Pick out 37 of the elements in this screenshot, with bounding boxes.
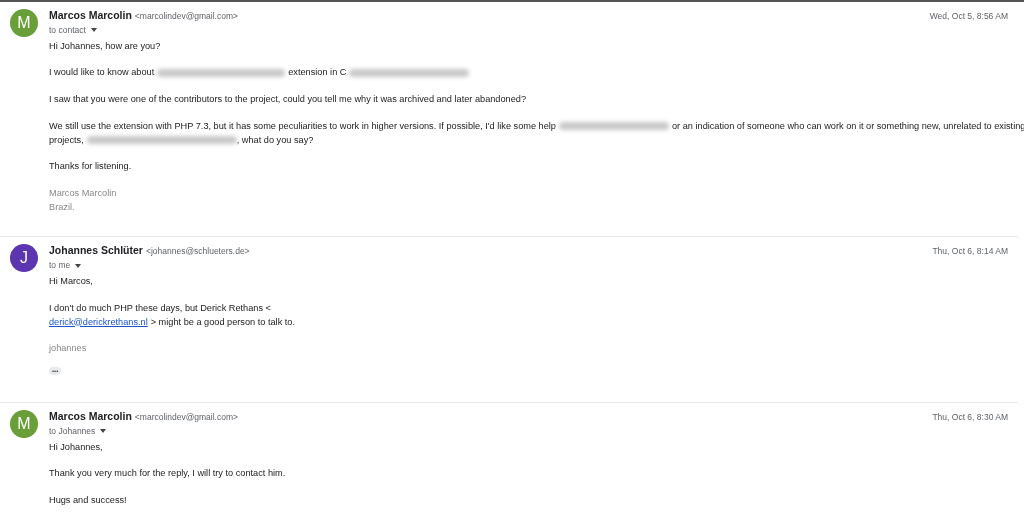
body-text: I don't do much PHP these days, but Derick Rethans <: [49, 302, 271, 313]
recipient-label: to me: [49, 259, 71, 273]
message-date: Thu, Oct 6, 8:30 AM: [932, 410, 1008, 423]
body-text: or an indication of someone who can work on it or something new, unrelated to existing: [672, 120, 1024, 131]
signature-line: johannes: [49, 343, 87, 354]
email-link[interactable]: derick@derickrethans.nl: [49, 316, 148, 327]
sender-name: Marcos Marcolin: [49, 9, 132, 21]
signature-line: Brazil.: [49, 201, 75, 212]
body-text: Hi Johannes,: [49, 441, 103, 452]
body-text: I would like to know about: [49, 67, 155, 78]
sender-name: Marcos Marcolin: [49, 409, 132, 422]
sender-email: <johannes@schlueters.de>: [145, 245, 250, 258]
sender-email: <marcolindev@gmail.com>: [134, 410, 238, 423]
body-text: I saw that you were one of the contributors to the project, could you tell me why it was archived and later abandoned?: [49, 94, 526, 105]
caret-icon[interactable]: [100, 429, 107, 434]
body-text: Hi Marcos,: [49, 276, 93, 287]
body-text: > might be a good person to talk to.: [150, 316, 295, 327]
avatar-letter: M: [17, 413, 31, 434]
body-text: projects,: [49, 134, 84, 145]
avatar-letter: M: [17, 13, 31, 33]
body-text: Thank you very much for the reply, I will try to contact him.: [49, 468, 286, 479]
signature-line: Marcos Marcolin: [49, 187, 117, 198]
body-text: We still use the extension with PHP 7.3, but it has some peculiarities to work in higher versions. If possible, I'd like some help: [49, 120, 556, 131]
body-text: , what do you say?: [236, 134, 314, 145]
message-date: Thu, Oct 6, 8:14 AM: [932, 245, 1008, 258]
caret-icon[interactable]: [90, 28, 97, 33]
caret-icon[interactable]: [75, 263, 82, 268]
sender-email: <marcolindev@gmail.com>: [134, 10, 238, 22]
body-text: Hi Johannes, how are you?: [49, 40, 161, 51]
sender-name: Johannes Schlüter: [49, 244, 143, 257]
message-date: Wed, Oct 5, 8:56 AM: [929, 10, 1008, 22]
avatar-letter: J: [20, 248, 28, 269]
body-text: extension in C: [288, 67, 347, 78]
recipient-label: to contact: [49, 24, 86, 37]
body-text: Hugs and success!: [49, 495, 127, 506]
body-text: Thanks for listening.: [49, 161, 132, 172]
recipient-label: to Johannes: [49, 424, 96, 438]
